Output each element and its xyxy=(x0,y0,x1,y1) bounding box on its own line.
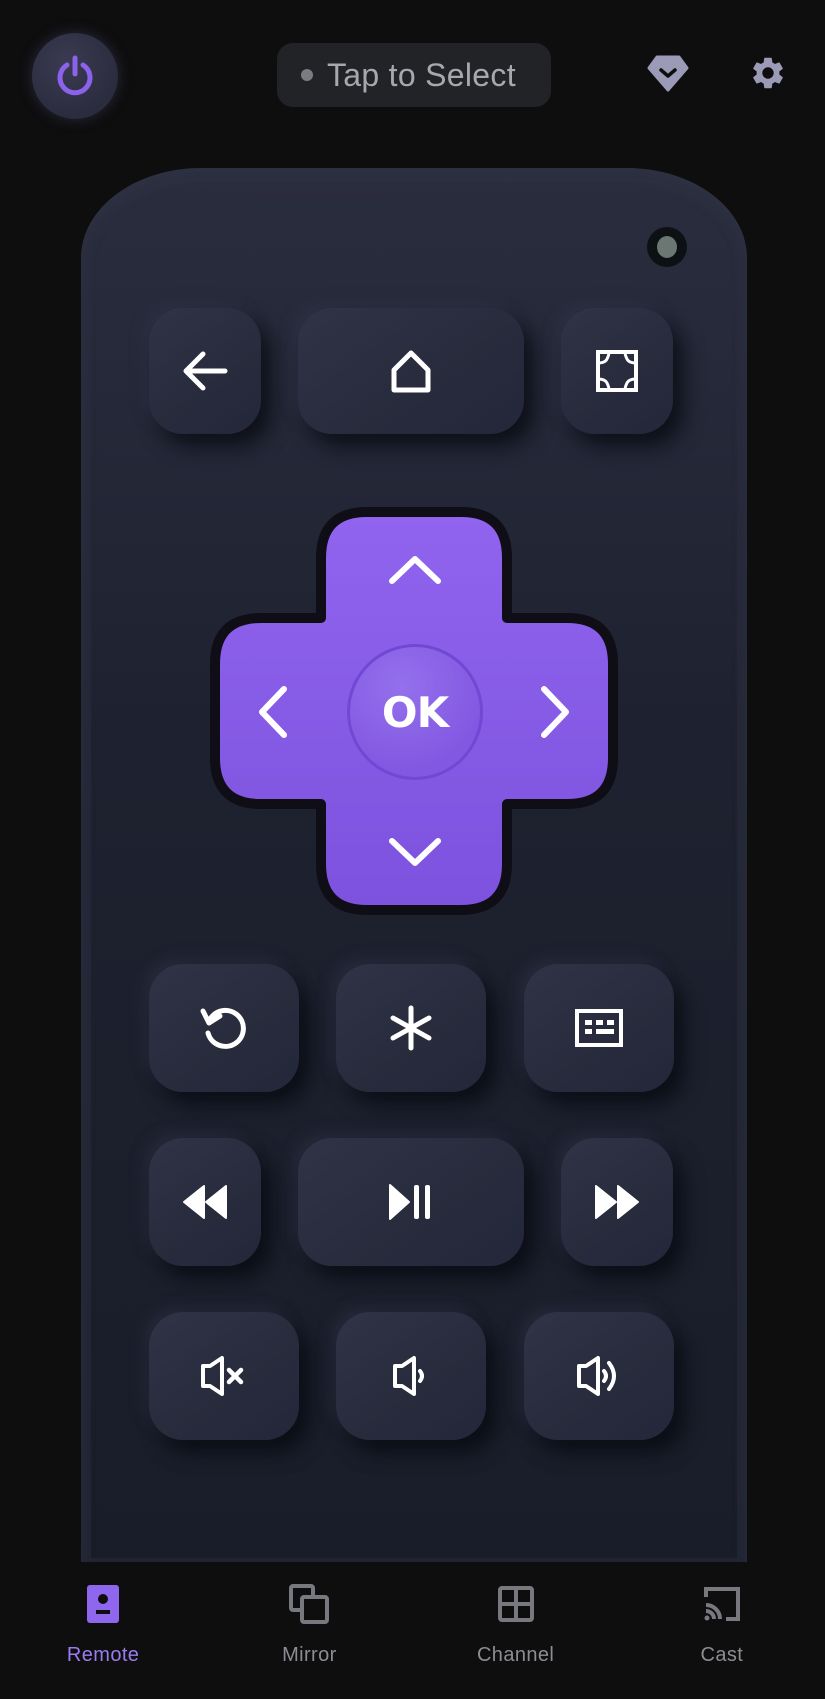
cast-icon xyxy=(698,1580,746,1628)
device-selector[interactable]: Tap to Select xyxy=(277,43,551,107)
nav-label: Channel xyxy=(476,1644,555,1666)
keyboard-icon xyxy=(575,1009,623,1047)
settings-button[interactable] xyxy=(745,50,791,96)
fullscreen-icon xyxy=(596,350,638,392)
replay-button[interactable] xyxy=(149,964,299,1092)
premium-button[interactable] xyxy=(645,50,691,96)
fast-forward-icon xyxy=(595,1185,639,1219)
channel-grid-icon xyxy=(492,1580,540,1628)
device-selector-label: Tap to Select xyxy=(327,56,516,93)
nav-tab-channel[interactable]: Channel xyxy=(413,1562,619,1699)
volume-down-button[interactable] xyxy=(336,1312,486,1440)
power-icon xyxy=(57,55,93,96)
play-pause-icon xyxy=(389,1184,430,1220)
rewind-icon xyxy=(183,1185,227,1219)
options-button[interactable] xyxy=(336,964,486,1092)
connection-status-dot xyxy=(301,69,313,81)
dpad-down-button[interactable] xyxy=(347,808,483,898)
arrow-left-icon xyxy=(183,351,228,391)
dpad-right-button[interactable] xyxy=(511,644,601,780)
status-led xyxy=(647,227,687,267)
remote-icon xyxy=(79,1580,127,1628)
keyboard-button[interactable] xyxy=(524,964,674,1092)
fast-forward-button[interactable] xyxy=(561,1138,673,1266)
chevron-left-icon xyxy=(259,686,287,738)
bottom-nav: Remote Mirror Channel Cast xyxy=(0,1562,825,1699)
volume-mute-icon xyxy=(201,1356,244,1396)
play-pause-button[interactable] xyxy=(298,1138,524,1266)
diamond-chevron-icon xyxy=(647,55,689,92)
nav-label: Cast xyxy=(700,1644,744,1666)
back-button[interactable] xyxy=(149,308,261,434)
nav-tab-remote[interactable]: Remote xyxy=(0,1562,206,1699)
dpad-up-button[interactable] xyxy=(347,524,483,614)
nav-tab-mirror[interactable]: Mirror xyxy=(206,1562,412,1699)
volume-up-button[interactable] xyxy=(524,1312,674,1440)
replay-icon xyxy=(200,1007,246,1049)
dpad-left-button[interactable] xyxy=(227,644,317,780)
asterisk-icon xyxy=(390,1005,432,1051)
nav-label: Remote xyxy=(66,1644,140,1666)
dpad: OK xyxy=(207,504,621,918)
chevron-up-icon xyxy=(389,556,441,584)
gear-icon xyxy=(753,57,783,89)
nav-tab-cast[interactable]: Cast xyxy=(619,1562,825,1699)
ok-button[interactable]: OK xyxy=(347,644,483,780)
chevron-right-icon xyxy=(541,686,569,738)
volume-up-icon xyxy=(577,1356,616,1396)
fullscreen-button[interactable] xyxy=(561,308,673,434)
rewind-button[interactable] xyxy=(149,1138,261,1266)
nav-label: Mirror xyxy=(282,1644,337,1666)
volume-down-icon xyxy=(393,1356,424,1396)
power-button[interactable] xyxy=(32,33,118,119)
chevron-down-icon xyxy=(389,838,441,866)
home-button[interactable] xyxy=(298,308,524,434)
mute-button[interactable] xyxy=(149,1312,299,1440)
mirror-icon xyxy=(285,1580,333,1628)
home-icon xyxy=(391,350,431,393)
